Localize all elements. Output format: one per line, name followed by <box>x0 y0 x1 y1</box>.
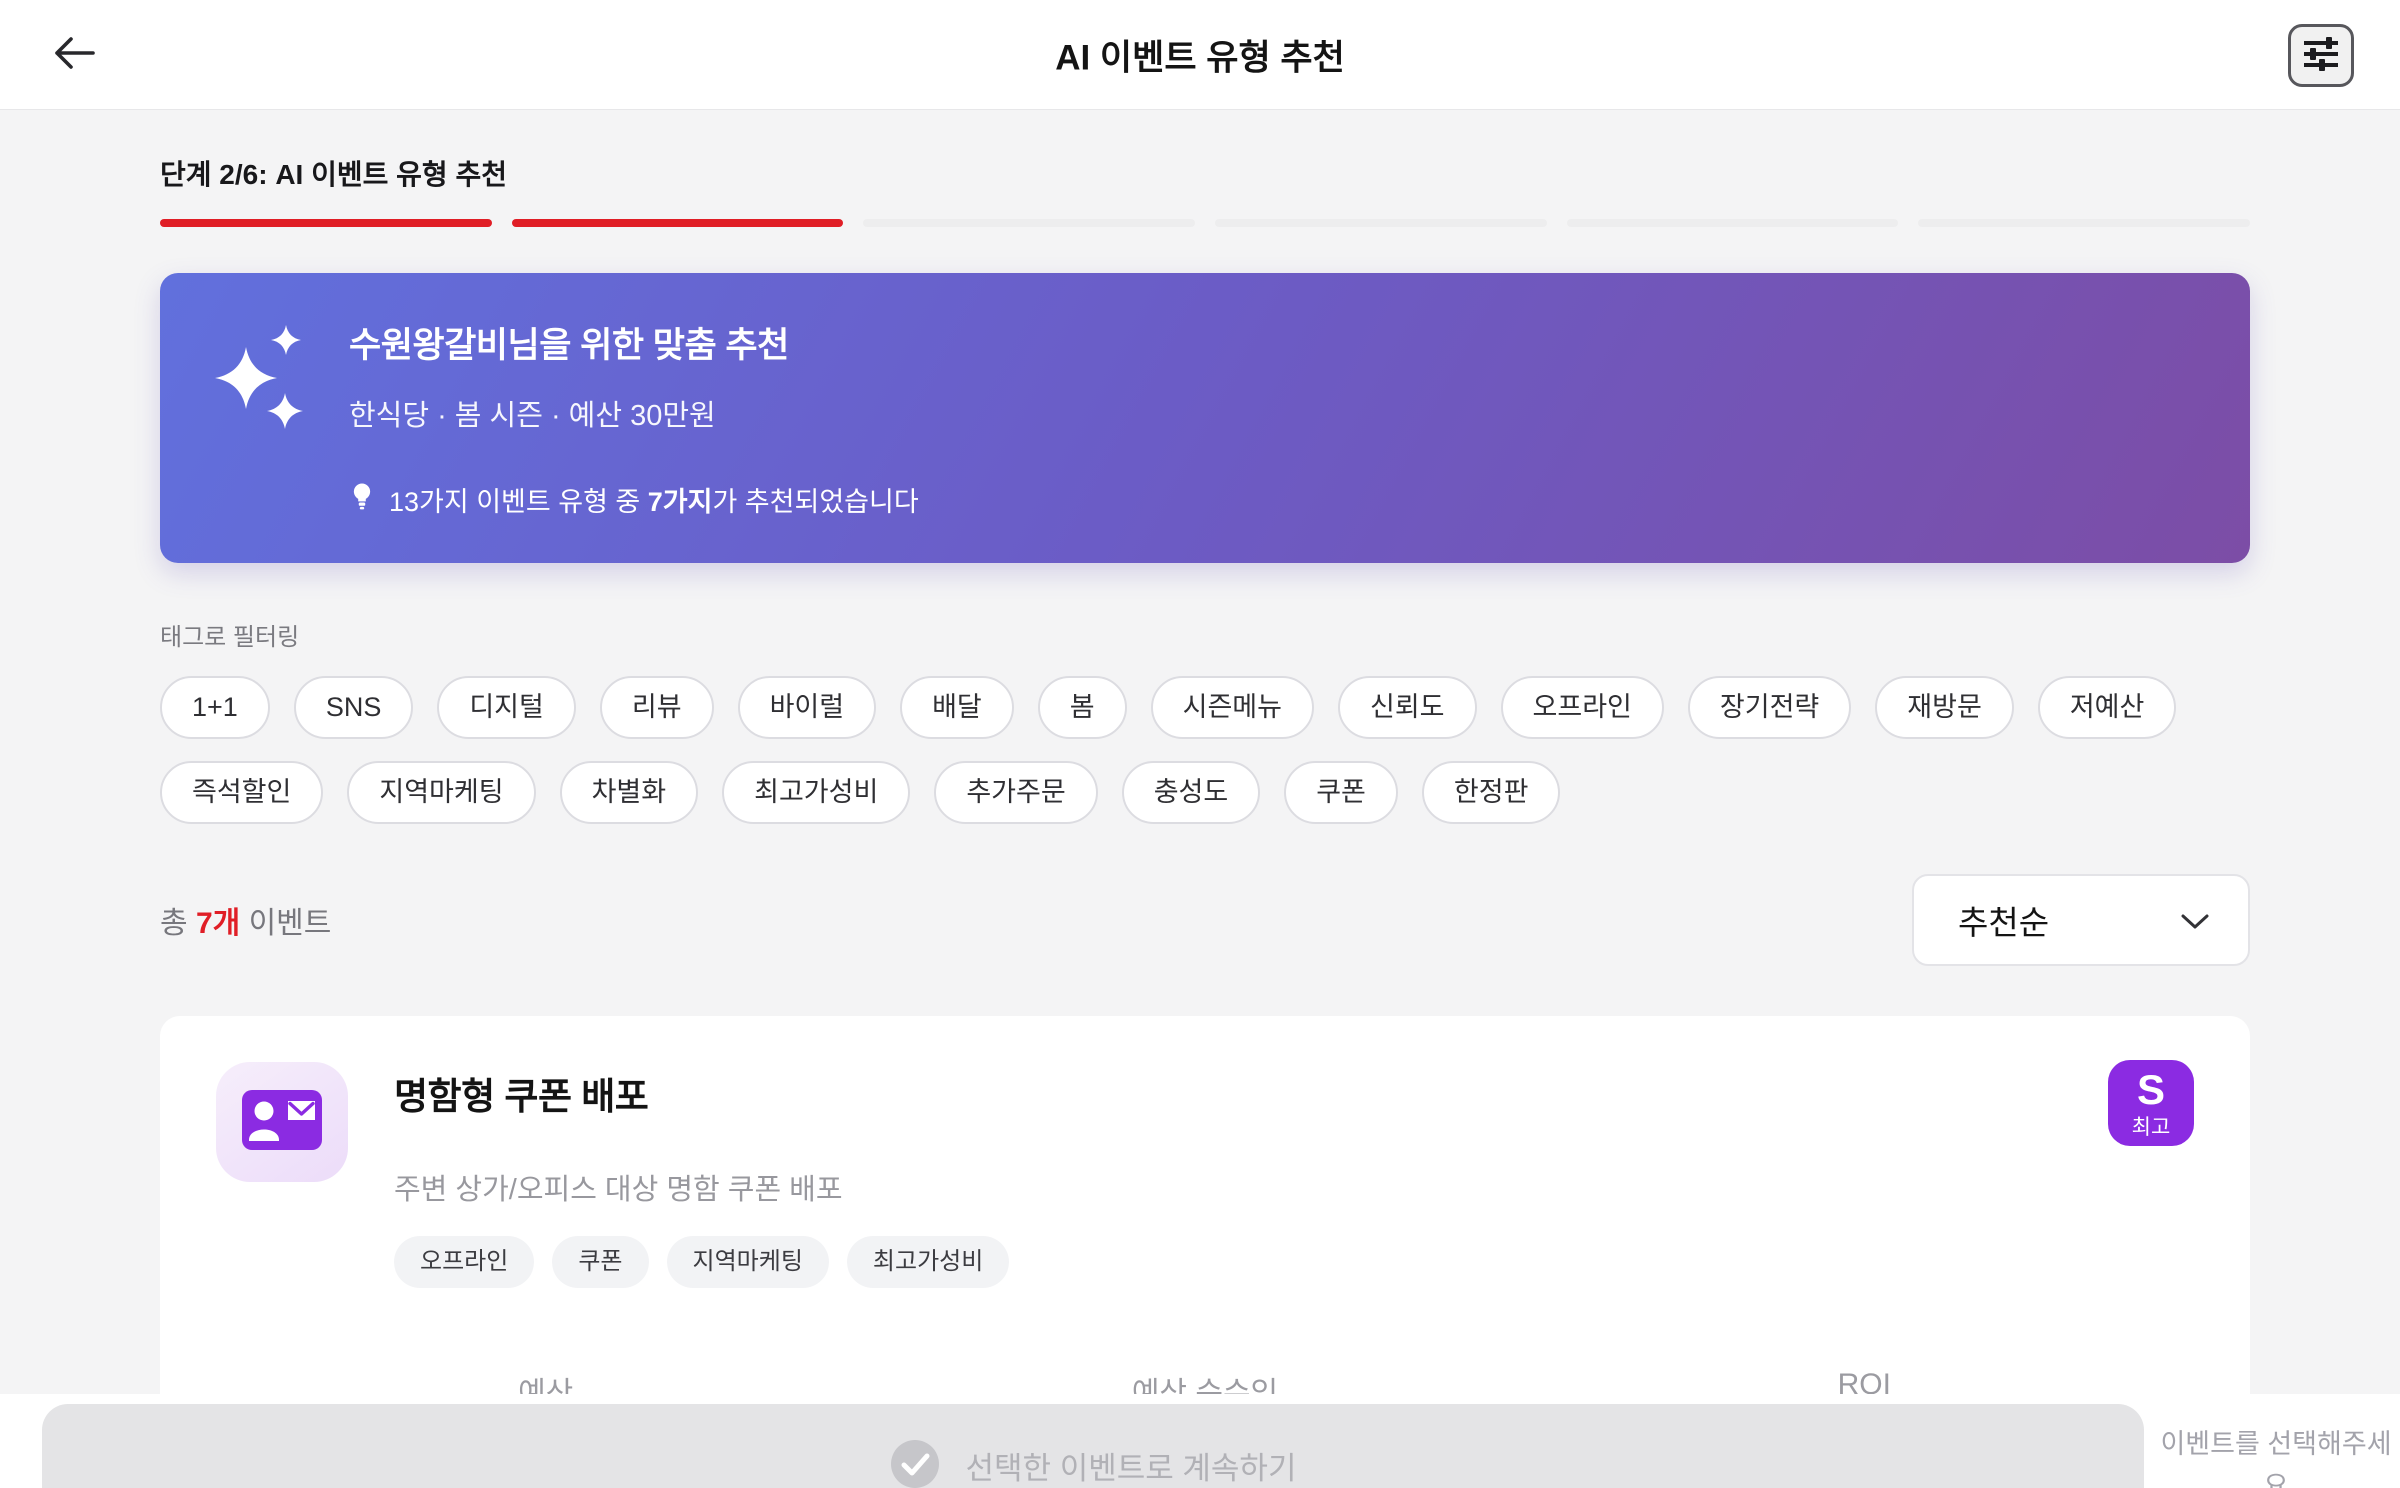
filter-sliders-icon <box>2302 36 2340 75</box>
event-tag: 쿠폰 <box>552 1236 649 1288</box>
filter-tag[interactable]: 최고가성비 <box>722 761 911 824</box>
filter-tag[interactable]: 바이럴 <box>737 676 877 739</box>
filter-tag[interactable]: 1+1 <box>160 676 270 739</box>
filter-tag[interactable]: 충성도 <box>1121 761 1261 824</box>
filter-tag[interactable]: 리뷰 <box>599 676 714 739</box>
event-card-text: 명함형 쿠폰 배포 주변 상가/오피스 대상 명함 쿠폰 배포 오프라인 쿠폰 지역… <box>394 1062 1010 1288</box>
filter-label: 태그로 필터링 <box>160 624 300 651</box>
filter-tag[interactable]: 저예산 <box>2037 676 2177 739</box>
filter-tag[interactable]: 추가주문 <box>934 761 1098 824</box>
lightbulb-icon <box>349 480 375 519</box>
event-icon-container <box>216 1062 348 1182</box>
continue-button-label: 선택한 이벤트로 계속하기 <box>965 1450 1297 1486</box>
filter-tag[interactable]: 배달 <box>900 676 1014 739</box>
progress-segment <box>1215 219 1547 227</box>
filter-tag[interactable]: 장기전략 <box>1687 676 1852 739</box>
filter-tag[interactable]: 차별화 <box>559 761 699 824</box>
filter-tag[interactable]: 신뢰도 <box>1338 676 1477 739</box>
chevron-down-icon <box>2180 901 2210 939</box>
filter-tag[interactable]: 오프라인 <box>1500 676 1664 739</box>
event-card-head: 명함형 쿠폰 배포 주변 상가/오피스 대상 명함 쿠폰 배포 오프라인 쿠폰 지역… <box>216 1062 2194 1288</box>
event-description: 주변 상가/오피스 대상 명함 쿠폰 배포 <box>394 1174 843 1206</box>
check-circle-icon <box>890 1439 940 1488</box>
event-tag-list: 오프라인 쿠폰 지역마케팅 최고가성비 <box>394 1236 1010 1288</box>
back-arrow-icon <box>51 33 97 76</box>
banner-info-count: 7가지 <box>647 487 713 517</box>
banner-title: 수원왕갈비님을 위한 맞춤 추천 <box>349 326 789 365</box>
banner-body: 수원왕갈비님을 위한 맞춤 추천 한식당 · 봄 시즌 · 예산 30만원 13… <box>349 317 919 519</box>
header: AI 이벤트 유형 추천 <box>0 0 2400 110</box>
filter-tag[interactable]: SNS <box>293 676 414 739</box>
event-count-number: 7개 <box>195 907 241 940</box>
event-count: 총 7개 이벤트 <box>160 907 332 940</box>
progress-segment <box>1566 219 1899 227</box>
progress-bar <box>160 219 2251 227</box>
filter-tag[interactable]: 한정판 <box>1421 761 1561 824</box>
back-button[interactable] <box>44 25 104 85</box>
sparkles-icon <box>215 325 315 437</box>
grade-badge-letter: S <box>2136 1065 2165 1113</box>
page-title: AI 이벤트 유형 추천 <box>1055 38 1345 77</box>
filter-tag[interactable]: 쿠폰 <box>1284 761 1398 824</box>
continue-button[interactable]: 선택한 이벤트로 계속하기 <box>42 1404 2144 1488</box>
filter-tag[interactable]: 봄 <box>1037 676 1127 739</box>
bottom-bar: 선택한 이벤트로 계속하기 이벤트를 선택해주세요 <box>0 1394 2400 1488</box>
banner-info-text: 13가지 이벤트 유형 중 7가지가 추천되었습니다 <box>389 487 919 517</box>
page: AI 이벤트 유형 추천 단계 2/6: AI 이벤트 유형 추천 수원왕갈비님… <box>0 0 2400 1488</box>
contact-card-icon <box>242 1089 322 1155</box>
event-tag: 최고가성비 <box>846 1236 1010 1288</box>
filter-tag[interactable]: 재방문 <box>1875 676 2014 739</box>
filter-tag-list: 1+1 SNS 디지털 리뷰 바이럴 배달 봄 시즌메뉴 신뢰도 오프라인 장기전략 재방문 저예산즉석… <box>160 676 2250 824</box>
progress-segment <box>863 219 1196 227</box>
event-tag: 지역마케팅 <box>666 1236 829 1288</box>
progress-segment <box>1918 219 2251 227</box>
select-event-hint: 이벤트를 선택해주세요 <box>2160 1429 2392 1488</box>
filter-settings-button[interactable] <box>2288 24 2354 87</box>
sort-selected-value: 추천순 <box>1958 904 2050 941</box>
filter-tag[interactable]: 시즌메뉴 <box>1150 676 1314 739</box>
grade-badge: S 최고 <box>2108 1060 2194 1146</box>
event-title: 명함형 쿠폰 배포 <box>394 1076 649 1117</box>
step-label: 단계 2/6: AI 이벤트 유형 추천 <box>160 159 507 190</box>
event-tag: 오프라인 <box>394 1236 535 1288</box>
progress-segment <box>160 219 492 227</box>
progress-segment <box>511 219 844 227</box>
filter-tag[interactable]: 디지털 <box>437 676 576 739</box>
filter-tag[interactable]: 지역마케팅 <box>347 761 536 824</box>
banner-subtitle: 한식당 · 봄 시즌 · 예산 30만원 <box>349 400 716 432</box>
recommendation-banner: 수원왕갈비님을 위한 맞춤 추천 한식당 · 봄 시즌 · 예산 30만원 13… <box>160 273 2250 563</box>
banner-info: 13가지 이벤트 유형 중 7가지가 추천되었습니다 <box>349 480 919 519</box>
sort-dropdown[interactable]: 추천순 <box>1912 874 2250 966</box>
count-row: 총 7개 이벤트 추천순 <box>160 874 2250 966</box>
content: 단계 2/6: AI 이벤트 유형 추천 수원왕갈비님을 위한 맞춤 추천 한식… <box>0 111 2400 1488</box>
grade-badge-label: 최고 <box>2131 1115 2171 1139</box>
filter-tag[interactable]: 즉석할인 <box>160 761 324 824</box>
